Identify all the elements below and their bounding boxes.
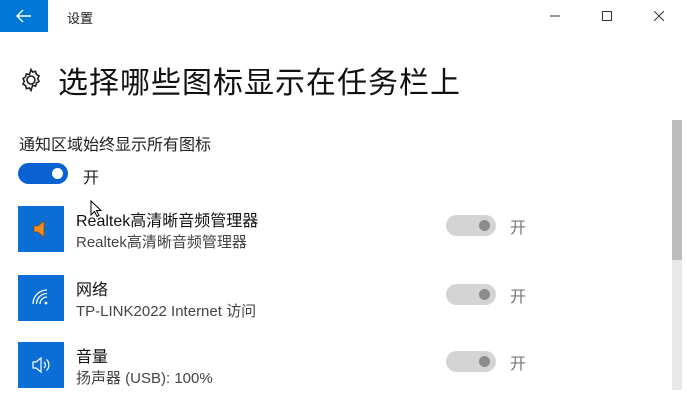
scrollbar[interactable] [672,120,682,390]
minimize-icon [550,15,560,17]
arrow-left-icon [16,9,31,23]
toggle-knob [479,356,490,367]
item-name: 网络 [76,282,109,299]
page-header: 选择哪些图标显示在任务栏上 [18,60,461,100]
list-item-realtek: Realtek高清晰音频管理器 Realtek高清晰音频管理器 开 [18,206,578,254]
toggle-knob [479,289,490,300]
scrollbar-thumb[interactable] [672,120,682,260]
item-description: Realtek高清晰音频管理器 [76,234,247,251]
maximize-icon [602,11,612,21]
toggle-knob [52,168,63,179]
item-name: 音量 [76,349,109,366]
realtek-toggle[interactable] [446,215,496,236]
volume-icon [32,356,50,374]
item-name: Realtek高清晰音频管理器 [76,213,259,230]
network-toggle[interactable] [446,284,496,305]
mouse-cursor-icon [90,200,102,218]
close-icon [654,11,664,21]
volume-toggle[interactable] [446,351,496,372]
app-tile [18,342,64,388]
toggle-knob [479,220,490,231]
maximize-button[interactable] [584,0,630,32]
speaker-orange-icon [33,220,45,238]
item-description: TP-LINK2022 Internet 访问 [76,303,257,320]
back-button[interactable] [0,0,48,32]
show-all-icons-toggle[interactable] [18,163,68,184]
title-bar: 设置 [0,0,687,32]
list-item-volume: 音量 扬声器 (USB): 100% 开 [18,342,578,390]
app-title: 设置 [67,11,94,26]
wifi-icon [32,289,48,305]
gear-icon [21,67,41,93]
show-all-icons-label: 通知区域始终显示所有图标 [19,137,212,154]
show-all-icons-state: 开 [83,170,100,187]
item-state: 开 [510,220,527,237]
minimize-button[interactable] [532,0,578,32]
item-description: 扬声器 (USB): 100% [76,370,213,387]
item-state: 开 [510,356,527,373]
close-button[interactable] [636,0,682,32]
page-title: 选择哪些图标显示在任务栏上 [58,67,461,100]
app-tile [18,206,64,252]
item-state: 开 [510,289,527,306]
list-item-network: 网络 TP-LINK2022 Internet 访问 开 [18,275,578,323]
app-tile [18,275,64,321]
